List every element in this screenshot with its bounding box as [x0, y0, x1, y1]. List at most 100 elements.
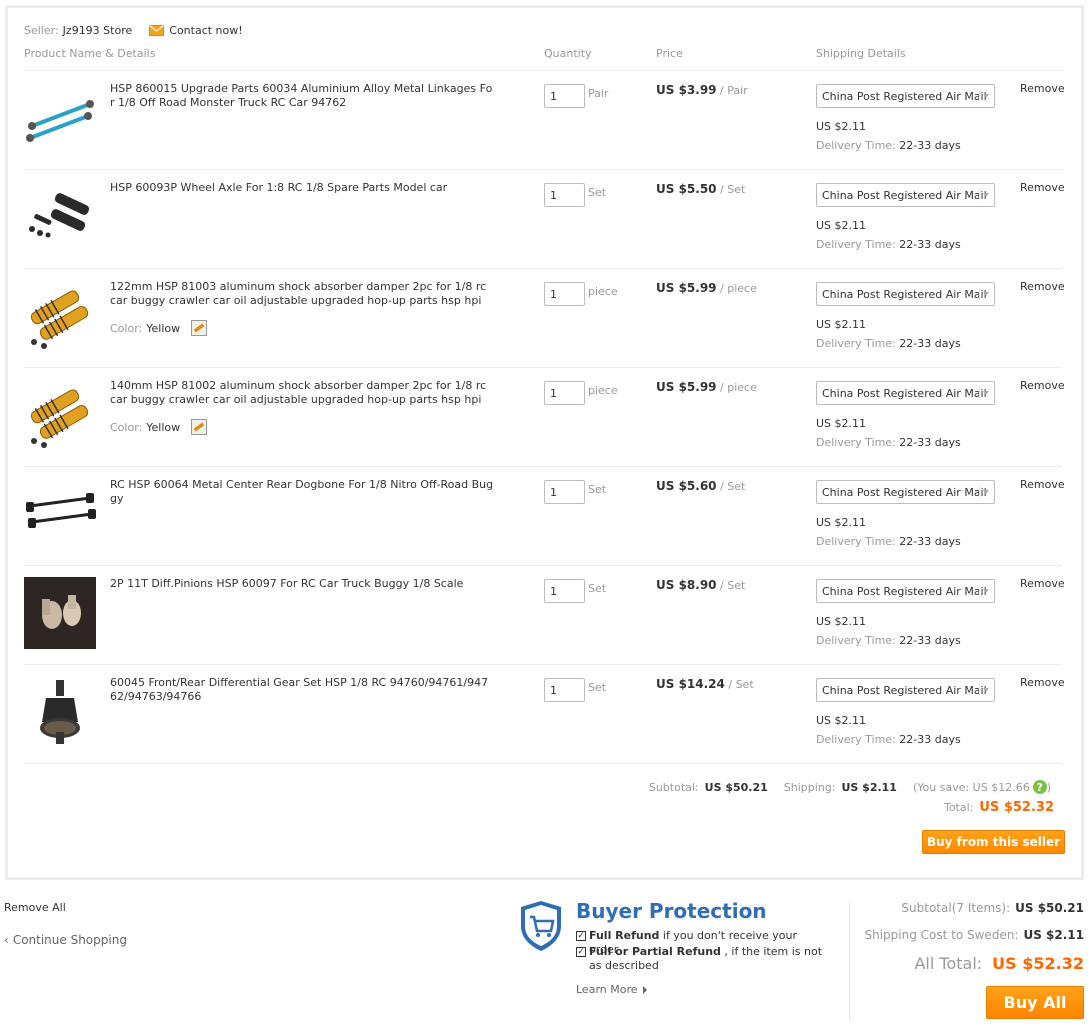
- dogbone-icon[interactable]: [24, 478, 96, 550]
- differential-gear-icon[interactable]: [24, 676, 96, 748]
- shipping-method-select[interactable]: China Post Registered Air Mail: [816, 282, 995, 306]
- shock-absorber-icon[interactable]: [24, 280, 96, 352]
- delivery-time: Delivery Time: 22-33 days: [816, 535, 961, 548]
- chevron-down-icon: [979, 288, 990, 300]
- remove-item-link[interactable]: Remove: [1020, 478, 1065, 491]
- cart-item-row: 60045 Front/Rear Differential Gear Set H…: [24, 664, 1065, 763]
- contact-seller-link[interactable]: Contact now!: [149, 24, 243, 37]
- price-unit: / Set: [720, 480, 746, 493]
- shock-absorber-icon[interactable]: [24, 379, 96, 451]
- shipping-cost: US $2.11: [816, 417, 867, 430]
- shipping-cost: US $2.11: [816, 120, 867, 133]
- product-name-link[interactable]: RC HSP 60064 Metal Center Rear Dogbone F…: [110, 478, 494, 506]
- seller-cart-box: Seller: Jz9193 Store Contact now! Produc…: [5, 5, 1084, 880]
- subtotal-value: US $50.21: [704, 780, 768, 794]
- quantity-unit: Pair: [588, 87, 609, 100]
- col-header-product: Product Name & Details: [24, 47, 156, 60]
- delivery-time: Delivery Time: 22-33 days: [816, 238, 961, 251]
- delivery-time: Delivery Time: 22-33 days: [816, 139, 961, 152]
- price-amount: US $5.99: [656, 380, 717, 394]
- unit-price: US $5.99 / piece: [656, 380, 757, 394]
- quantity-input[interactable]: [544, 84, 585, 108]
- price-amount: US $5.50: [656, 182, 717, 196]
- color-swatch-icon[interactable]: [191, 419, 208, 435]
- shipping-method-select[interactable]: China Post Registered Air Mail: [816, 678, 995, 702]
- remove-item-link[interactable]: Remove: [1020, 181, 1065, 194]
- shipping-method-value: China Post Registered Air Mail: [822, 188, 987, 202]
- divider: [24, 763, 1062, 764]
- all-total-value: US $52.32: [992, 954, 1084, 973]
- unit-price: US $5.50 / Set: [656, 182, 745, 196]
- learn-more-link[interactable]: Learn More: [576, 983, 647, 996]
- remove-item-link[interactable]: Remove: [1020, 379, 1065, 392]
- seller-header: Seller: Jz9193 Store Contact now!: [24, 22, 243, 38]
- protection-item: ✓ Full or Partial Refund , if the item i…: [576, 945, 826, 973]
- product-name-link[interactable]: 2P 11T Diff.Pinions HSP 60097 For RC Car…: [110, 577, 494, 591]
- quantity-input[interactable]: [544, 381, 585, 405]
- shipping-method-select[interactable]: China Post Registered Air Mail: [816, 480, 995, 504]
- all-total-line: All Total: US $52.32: [914, 954, 1084, 973]
- price-unit: / Set: [728, 678, 754, 691]
- seller-subtotal-line: Subtotal: US $50.21 Shipping: US $2.11 (…: [649, 780, 1051, 794]
- cart-item-row: HSP 60093P Wheel Axle For 1:8 RC 1/8 Spa…: [24, 169, 1065, 268]
- delivery-value: 22-33 days: [899, 337, 961, 350]
- color-swatch-icon[interactable]: [191, 320, 208, 336]
- quantity-input[interactable]: [544, 282, 585, 306]
- savings-close-paren: ): [1046, 780, 1051, 794]
- shipping-method-select[interactable]: China Post Registered Air Mail: [816, 183, 995, 207]
- color-label: Color:: [110, 420, 143, 434]
- shipping-cost: US $2.11: [816, 318, 867, 331]
- savings-text: (You save: US $12.66: [912, 780, 1030, 794]
- buy-all-button[interactable]: Buy All: [986, 986, 1084, 1019]
- quantity-input[interactable]: [544, 579, 585, 603]
- quantity-input[interactable]: [544, 678, 585, 702]
- shipping-cost: US $2.11: [816, 219, 867, 232]
- buy-from-seller-button[interactable]: Buy from this seller: [922, 830, 1065, 854]
- delivery-time: Delivery Time: 22-33 days: [816, 337, 961, 350]
- shipping-method-select[interactable]: China Post Registered Air Mail: [816, 84, 995, 108]
- product-name-link[interactable]: HSP 860015 Upgrade Parts 60034 Aluminium…: [110, 82, 494, 110]
- continue-shopping-link[interactable]: ‹ Continue Shopping: [4, 933, 127, 947]
- color-value: Yellow: [146, 420, 181, 434]
- caret-right-icon: [642, 985, 647, 994]
- quantity-unit: Set: [588, 483, 607, 496]
- quantity-unit: Set: [588, 582, 607, 595]
- quantity-input[interactable]: [544, 183, 585, 207]
- product-name-link[interactable]: HSP 60093P Wheel Axle For 1:8 RC 1/8 Spa…: [110, 181, 494, 195]
- remove-item-link[interactable]: Remove: [1020, 577, 1065, 590]
- shipping-cost-line: Shipping Cost to Sweden: US $2.11: [864, 928, 1084, 942]
- product-name-link[interactable]: 60045 Front/Rear Differential Gear Set H…: [110, 676, 494, 704]
- shipping-cost: US $2.11: [816, 714, 867, 727]
- seller-name-link[interactable]: Jz9193 Store: [63, 24, 133, 37]
- remove-item-link[interactable]: Remove: [1020, 676, 1065, 689]
- shipping-cost-label: Shipping Cost to Sweden:: [864, 928, 1019, 942]
- wheel-axle-icon[interactable]: [24, 181, 96, 253]
- shipping-method-select[interactable]: China Post Registered Air Mail: [816, 381, 995, 405]
- quantity-input[interactable]: [544, 480, 585, 504]
- shipping-method-value: China Post Registered Air Mail: [822, 287, 987, 301]
- total-value: US $52.32: [979, 800, 1054, 815]
- remove-item-link[interactable]: Remove: [1020, 82, 1065, 95]
- unit-price: US $3.99 / Pair: [656, 83, 748, 97]
- delivery-value: 22-33 days: [899, 733, 961, 746]
- remove-item-link[interactable]: Remove: [1020, 280, 1065, 293]
- linkage-rod-icon[interactable]: [24, 82, 96, 154]
- product-name-link[interactable]: 140mm HSP 81002 aluminum shock absorber …: [110, 379, 494, 407]
- remove-all-link[interactable]: Remove All: [4, 901, 66, 914]
- color-value: Yellow: [146, 321, 181, 335]
- shipping-cost-value: US $2.11: [1023, 928, 1084, 942]
- pinion-gear-icon[interactable]: [24, 577, 96, 649]
- price-unit: / piece: [720, 381, 757, 394]
- price-unit: / Set: [720, 183, 746, 196]
- chevron-down-icon: [979, 189, 990, 201]
- shipping-method-value: China Post Registered Air Mail: [822, 485, 987, 499]
- cart-item-row: 2P 11T Diff.Pinions HSP 60097 For RC Car…: [24, 565, 1065, 664]
- delivery-value: 22-33 days: [899, 634, 961, 647]
- cart-item-row: 122mm HSP 81003 aluminum shock absorber …: [24, 268, 1065, 367]
- help-icon[interactable]: ?: [1032, 780, 1047, 794]
- unit-price: US $8.90 / Set: [656, 578, 745, 592]
- product-name-link[interactable]: 122mm HSP 81003 aluminum shock absorber …: [110, 280, 494, 308]
- subtotal-label: Subtotal:: [648, 780, 699, 794]
- protection-item-bold: Full Refund: [589, 929, 660, 942]
- shipping-method-select[interactable]: China Post Registered Air Mail: [816, 579, 995, 603]
